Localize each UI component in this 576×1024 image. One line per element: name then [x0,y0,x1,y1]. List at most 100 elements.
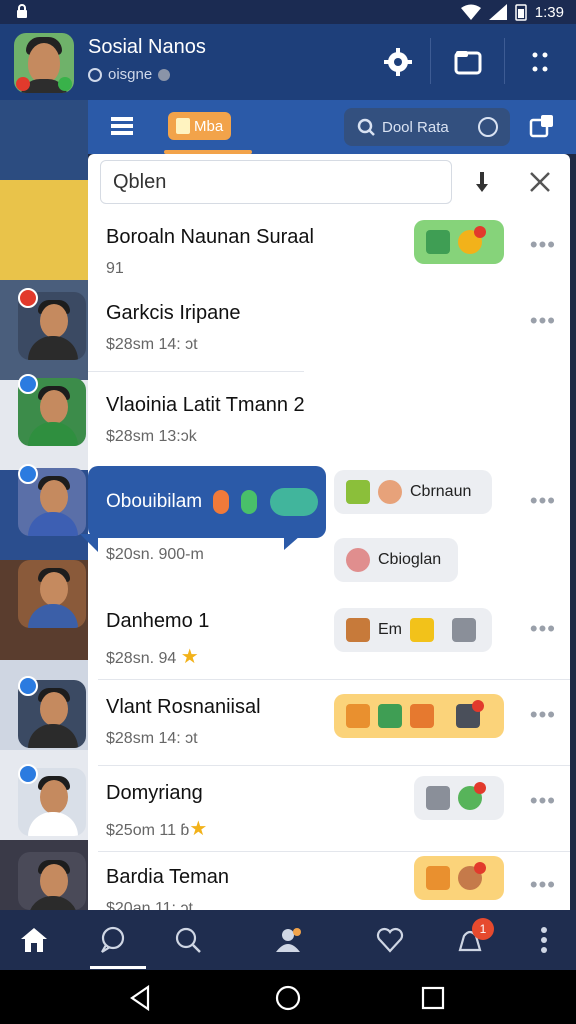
contact-meta: 91 [106,260,124,277]
contact-meta: $28sm 14: ɔt [106,730,198,747]
nav-contacts[interactable] [272,924,304,956]
contact-name: Bardia Teman [106,866,230,888]
row-divider [88,371,304,372]
conversation-row[interactable]: Domyriang $25om 11 ɓ★ ••• [88,766,570,852]
online-badge [18,374,38,394]
tab-active[interactable]: Mba [168,112,232,140]
status-time: 1:39 [534,3,564,21]
conversation-row[interactable]: Vlaoinia Latit Tmann 2 $28sm 13:ɔk [88,378,570,464]
phone-icon [410,704,434,728]
search-icon [175,927,201,953]
chat-icon [101,926,125,953]
more-icon[interactable]: ••• [530,232,556,258]
contact-meta: $28sm 14: ɔt [106,336,198,353]
tools-icon [346,618,370,642]
star-icon: ★ [189,818,208,840]
conversation-row[interactable]: Danhemo 1 $28sn. 94 ★ Em ••• [88,594,570,680]
active-conversation-bubble[interactable]: Obouibilam [80,466,326,552]
app-header: Sosial Nanos oisgne [0,24,576,100]
header-divider-2 [504,38,505,84]
online-badge [18,676,38,696]
reaction-chip[interactable]: Em [334,608,492,652]
gift-icon [426,866,450,890]
people-icon [276,928,301,952]
clock-icon [478,117,498,137]
back-icon[interactable] [128,985,154,1011]
bottom-navigation: 1 [0,910,576,970]
notification-badge [18,288,38,308]
more-icon[interactable]: ••• [530,488,556,514]
conversation-row[interactable]: Vlant Rosnaniisal $28sm 14: ɔt ••• [88,680,570,766]
nav-favorites[interactable] [374,924,406,956]
close-icon[interactable] [528,170,552,194]
person-icon [378,480,402,504]
tag-icon [213,490,230,514]
share-icon[interactable] [528,112,556,140]
clover-icon [269,488,318,516]
contact-meta: $20sn. 900-m [106,546,204,563]
red-status-dot [16,77,30,91]
lock-icon [17,4,27,18]
bubble-tail-right [284,536,300,550]
nav-search[interactable] [172,924,204,956]
wifi-icon [460,4,481,20]
overflow-menu-button[interactable] [520,42,560,82]
kebab-icon [532,52,548,72]
nav-more[interactable] [528,924,560,956]
reaction-chip[interactable]: Cbioglan [334,538,458,582]
more-icon[interactable]: ••• [530,702,556,728]
header-divider [430,38,431,84]
windows-button[interactable] [448,42,488,82]
conversation-row[interactable]: Bardia Teman $20an 11: ɔt ••• [88,850,570,910]
nav-notifications[interactable]: 1 [454,918,494,956]
reaction-chip[interactable]: Cbrnaun [334,470,492,514]
notification-count-badge: 1 [472,918,494,940]
frog-icon [346,480,370,504]
conversation-row[interactable]: Garkcis Iripane $28sm 14: ɔt ••• [88,286,570,372]
green-status-dot [58,77,72,91]
contact-meta: $25om 11 ɓ★ [106,818,208,840]
home-circle-icon[interactable] [275,985,301,1011]
more-icon[interactable]: ••• [530,616,556,642]
toolbar-search-text: Dool Rata [382,118,449,136]
contact-avatar[interactable] [18,852,86,910]
action-chip[interactable] [414,220,504,264]
reaction-chip[interactable] [414,856,504,900]
recents-icon[interactable] [420,985,446,1011]
list-icon[interactable] [110,114,134,138]
at-icon [88,67,102,82]
nav-home[interactable] [18,924,50,956]
online-badge [18,464,38,484]
nav-chats[interactable] [96,924,128,956]
signal-icon [488,4,507,20]
rocket-icon [346,704,370,728]
profile-avatar[interactable] [14,33,74,93]
lock-small-icon [456,700,484,728]
more-icon[interactable]: ••• [530,788,556,814]
settings-button[interactable] [378,42,418,82]
app-subtitle: oisgne [88,66,171,83]
drop-icon [240,490,257,514]
tab-label: Mba [194,117,224,135]
contact-name: Garkcis Iripane [106,302,241,324]
presence-dot-icon [158,68,171,81]
contact-avatar[interactable] [18,560,86,628]
system-navigation [0,970,576,1024]
star-icon: ★ [180,646,199,668]
home-small-icon [378,704,402,728]
contact-meta: $28sm 13:ɔk [106,428,197,445]
reaction-chip[interactable] [414,776,504,820]
gear-icon [384,48,412,76]
nav-active-indicator [90,966,146,969]
toolbar-search[interactable]: Dool Rata [344,108,510,146]
conversation-row[interactable]: Boroaln Naunan Suraal 91 ••• [88,210,570,296]
search-input[interactable]: Qblen [100,160,452,204]
chip-label: Cbioglan [378,551,442,568]
contact-name: Vlant Rosnaniisal [106,696,261,718]
reaction-chip[interactable] [334,694,504,738]
more-icon[interactable]: ••• [530,308,556,334]
more-icon[interactable]: ••• [530,872,556,898]
contact-name: Domyriang [106,782,203,804]
sort-icon[interactable] [470,170,494,194]
online-badge [18,764,38,784]
